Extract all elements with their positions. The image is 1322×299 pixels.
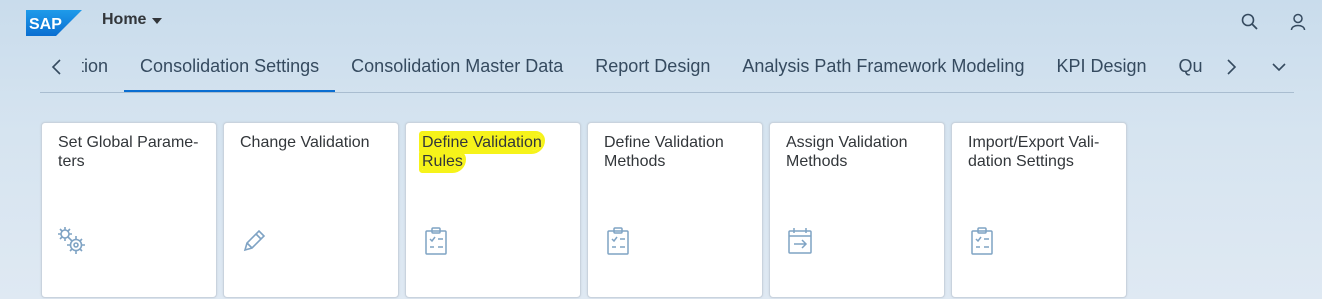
assign-icon — [788, 228, 812, 254]
tile-import-export-validation-settings[interactable]: Import/Export Vali-dation Settings — [951, 122, 1127, 298]
tile-title: Import/Export Vali-dation Settings — [968, 134, 1100, 170]
tile-title: Set Global Parame-ters — [58, 134, 199, 170]
highlight-mark: Rules — [422, 153, 463, 170]
checklist-icon — [971, 227, 993, 255]
user-icon[interactable] — [1288, 12, 1308, 32]
tab-kpi-design[interactable]: KPI Design — [1040, 46, 1162, 90]
gears-icon — [58, 227, 85, 254]
tab-overflow-chevron-down-icon[interactable] — [1268, 56, 1290, 78]
tile-group: Set Global Parame-ters Change Validation — [41, 122, 1127, 298]
tile-define-validation-rules[interactable]: Define Validation Rules — [405, 122, 581, 298]
tab-analysis-path-framework-modeling[interactable]: Analysis Path Framework Modeling — [726, 46, 1040, 90]
tile-define-validation-methods[interactable]: Define Validation Methods — [587, 122, 763, 298]
checklist-icon — [607, 227, 629, 255]
tile-set-global-parameters[interactable]: Set Global Parame-ters — [41, 122, 217, 298]
tile-title: Define Validation Rules — [422, 133, 568, 171]
home-label: Home — [102, 11, 147, 28]
search-icon[interactable] — [1240, 12, 1260, 32]
tab-data-collection[interactable]: ection — [82, 46, 124, 90]
tab-consolidation-settings[interactable]: Consolidation Settings — [124, 46, 336, 92]
tabs-viewport: ection Consolidation Settings Consolidat… — [82, 46, 1220, 92]
tile-title: Change Validation — [240, 134, 370, 151]
sap-logo[interactable]: SAP — [26, 10, 82, 36]
tile-change-validation[interactable]: Change Validation — [223, 122, 399, 298]
tab-report-design[interactable]: Report Design — [579, 46, 726, 90]
highlight-mark: Define Validation — [422, 134, 542, 151]
tile-title: Assign Validation Methods — [786, 134, 908, 170]
chevron-right-icon[interactable] — [1220, 56, 1242, 78]
tabs-track: ection Consolidation Settings Consolidat… — [82, 46, 1219, 92]
pencil-icon — [243, 229, 266, 252]
tab-qu[interactable]: Qu — [1163, 46, 1219, 90]
chevron-left-icon[interactable] — [46, 56, 68, 78]
svg-text:SAP: SAP — [29, 16, 62, 33]
checklist-icon — [425, 227, 447, 255]
tab-bar: ection Consolidation Settings Consolidat… — [40, 46, 1294, 93]
home-menu-button[interactable]: Home — [102, 11, 163, 29]
tab-consolidation-master-data[interactable]: Consolidation Master Data — [335, 46, 579, 90]
chevron-down-icon — [152, 18, 163, 24]
tile-title: Define Validation Methods — [604, 134, 724, 170]
shell-header: SAP Home — [0, 0, 1322, 44]
tile-assign-validation-methods[interactable]: Assign Validation Methods — [769, 122, 945, 298]
